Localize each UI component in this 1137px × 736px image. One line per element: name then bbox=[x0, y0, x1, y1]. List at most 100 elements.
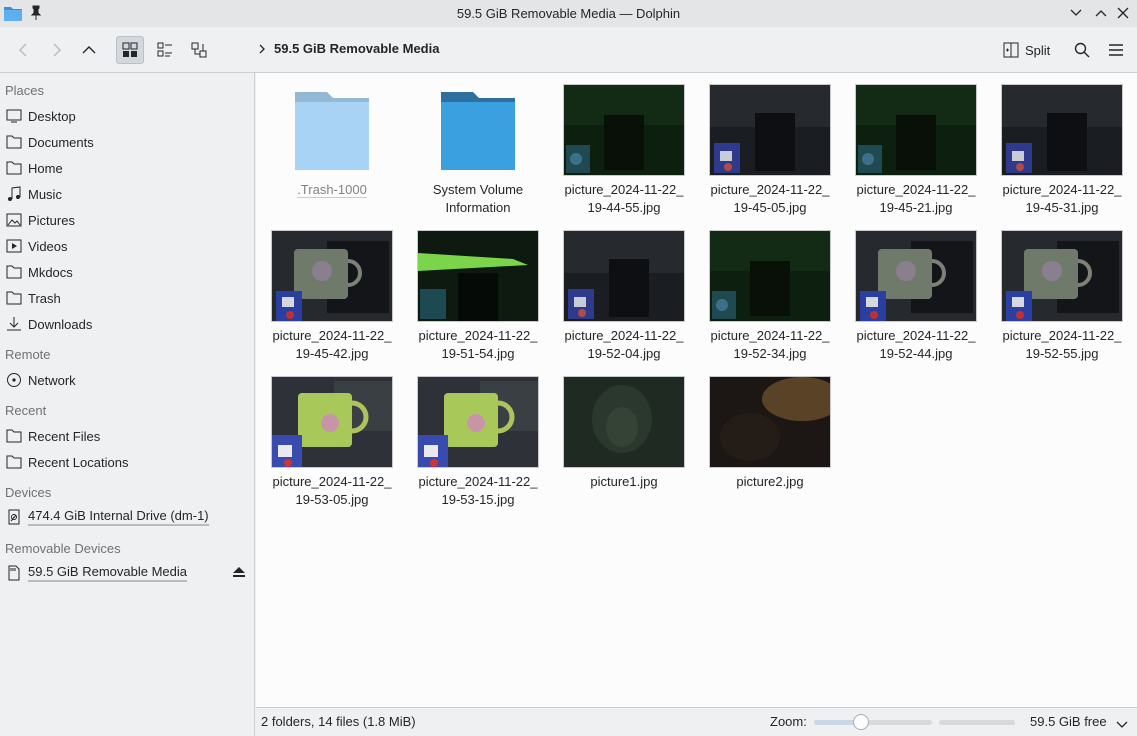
split-label: Split bbox=[1025, 42, 1051, 58]
toolbar: 59.5 GiB Removable Media Split bbox=[0, 27, 1137, 73]
sidebar-item-mkdocs[interactable]: Mkdocs bbox=[0, 259, 254, 285]
videos-icon bbox=[6, 238, 22, 254]
sidebar-item-label: Network bbox=[28, 372, 76, 388]
sidebar-item-music[interactable]: Music bbox=[0, 181, 254, 207]
up-button[interactable] bbox=[75, 36, 103, 64]
sidebar-item-videos[interactable]: Videos bbox=[0, 233, 254, 259]
sidebar-item-downloads[interactable]: Downloads bbox=[0, 311, 254, 337]
search-button[interactable] bbox=[1068, 36, 1096, 64]
zoom-slider-handle[interactable] bbox=[853, 714, 870, 730]
search-icon bbox=[1074, 42, 1090, 58]
file-item[interactable]: picture_2024-11-22_ 19-45-05.jpg bbox=[702, 73, 838, 215]
window-title: 59.5 GiB Removable Media — Dolphin bbox=[456, 6, 681, 21]
file-name-line: picture_2024-11-22_ bbox=[710, 328, 830, 343]
file-name: picture_2024-11-22_ 19-45-31.jpg bbox=[994, 181, 1130, 217]
section-title-remote: Remote bbox=[5, 347, 51, 362]
file-item[interactable]: picture2.jpg bbox=[702, 365, 838, 505]
sidebar-item-trash[interactable]: Trash bbox=[0, 285, 254, 311]
icons-view-button[interactable] bbox=[116, 36, 144, 64]
sidebar-item-recent-locations[interactable]: Recent Locations bbox=[0, 449, 254, 475]
file-name-line: picture_2024-11-22_ bbox=[856, 182, 976, 197]
sd-card-icon bbox=[6, 565, 22, 581]
sidebar-item-internal-drive[interactable]: 474.4 GiB Internal Drive (dm-1) bbox=[0, 504, 254, 530]
file-item[interactable]: picture_2024-11-22_ 19-44-55.jpg bbox=[556, 73, 692, 215]
sidebar-item-pictures[interactable]: Pictures bbox=[0, 207, 254, 233]
file-name: picture_2024-11-22_ 19-53-15.jpg bbox=[410, 473, 546, 509]
file-item[interactable]: picture_2024-11-22_ 19-53-05.jpg bbox=[264, 365, 400, 507]
back-button[interactable] bbox=[10, 36, 38, 64]
sidebar-item-recent-files[interactable]: Recent Files bbox=[0, 423, 254, 449]
image-thumbnail bbox=[563, 84, 685, 176]
sidebar-item-network[interactable]: Network bbox=[0, 367, 254, 393]
file-item[interactable]: picture_2024-11-22_ 19-52-55.jpg bbox=[994, 219, 1130, 361]
sidebar-item-home[interactable]: Home bbox=[0, 155, 254, 181]
file-name-line: Information bbox=[445, 200, 511, 215]
file-item[interactable]: picture_2024-11-22_ 19-52-04.jpg bbox=[556, 219, 692, 361]
file-name: picture2.jpg bbox=[702, 473, 838, 491]
file-name-line: picture_2024-11-22_ bbox=[1002, 328, 1122, 343]
desktop-icon bbox=[6, 108, 22, 124]
image-thumbnail bbox=[1001, 230, 1123, 322]
image-thumbnail bbox=[855, 84, 977, 176]
compact-view-button[interactable] bbox=[151, 36, 179, 64]
sidebar-item-label: Pictures bbox=[28, 212, 75, 228]
file-name-line: picture_2024-11-22_ bbox=[856, 328, 976, 343]
sidebar-item-removable-media[interactable]: 59.5 GiB Removable Media bbox=[0, 560, 254, 586]
music-icon bbox=[6, 186, 22, 202]
back-arrow-icon bbox=[19, 43, 27, 57]
documents-icon bbox=[6, 134, 22, 150]
file-name-line: picture_2024-11-22_ bbox=[272, 328, 392, 343]
recent-files-icon bbox=[6, 428, 22, 444]
split-view-icon bbox=[1003, 42, 1019, 58]
free-space-label[interactable]: 59.5 GiB free bbox=[1030, 714, 1107, 729]
file-name-line: picture_2024-11-22_ bbox=[418, 328, 538, 343]
file-name-line: 19-52-44.jpg bbox=[879, 346, 953, 361]
file-item[interactable]: picture_2024-11-22_ 19-45-42.jpg bbox=[264, 219, 400, 361]
split-button[interactable]: Split bbox=[1003, 36, 1050, 64]
image-thumbnail bbox=[709, 376, 831, 468]
file-name: picture_2024-11-22_ 19-53-05.jpg bbox=[264, 473, 400, 509]
places-panel: Places Desktop Documents Home Music Pict… bbox=[0, 73, 255, 736]
file-item[interactable]: picture_2024-11-22_ 19-52-34.jpg bbox=[702, 219, 838, 361]
file-item[interactable]: picture_2024-11-22_ 19-45-31.jpg bbox=[994, 73, 1130, 215]
forward-button[interactable] bbox=[42, 36, 70, 64]
file-name: .Trash-1000 bbox=[264, 181, 400, 199]
up-arrow-icon bbox=[82, 46, 96, 54]
file-name-line: picture1.jpg bbox=[590, 474, 658, 489]
menu-button[interactable] bbox=[1102, 36, 1130, 64]
eject-icon[interactable] bbox=[232, 565, 246, 582]
recent-locations-icon bbox=[6, 454, 22, 470]
file-name-line: picture_2024-11-22_ bbox=[564, 328, 684, 343]
file-item[interactable]: picture1.jpg bbox=[556, 365, 692, 505]
compact-view-icon bbox=[157, 42, 172, 57]
maximize-button[interactable] bbox=[1091, 4, 1111, 22]
file-name-line: 19-44-55.jpg bbox=[587, 200, 661, 215]
folder-icon bbox=[271, 84, 393, 176]
folder-icon bbox=[6, 264, 22, 280]
zoom-slider[interactable] bbox=[814, 714, 932, 730]
file-name-line: picture_2024-11-22_ bbox=[710, 182, 830, 197]
file-item[interactable]: picture_2024-11-22_ 19-51-54.jpg bbox=[410, 219, 546, 361]
file-name: picture_2024-11-22_ 19-45-42.jpg bbox=[264, 327, 400, 363]
minimize-button[interactable] bbox=[1066, 4, 1086, 22]
file-name: picture_2024-11-22_ 19-45-05.jpg bbox=[702, 181, 838, 217]
file-name: picture_2024-11-22_ 19-52-34.jpg bbox=[702, 327, 838, 363]
file-item[interactable]: picture_2024-11-22_ 19-45-21.jpg bbox=[848, 73, 984, 215]
folder-item[interactable]: .Trash-1000 bbox=[264, 73, 400, 213]
file-view[interactable]: .Trash-1000 System Volume Information pictu… bbox=[256, 73, 1137, 707]
sidebar-item-desktop[interactable]: Desktop bbox=[0, 103, 254, 129]
file-name-line: 19-52-04.jpg bbox=[587, 346, 661, 361]
sidebar-item-label: Trash bbox=[28, 290, 61, 306]
details-view-button[interactable] bbox=[185, 36, 213, 64]
breadcrumb[interactable]: 59.5 GiB Removable Media bbox=[258, 41, 439, 56]
file-name-line: picture_2024-11-22_ bbox=[1002, 182, 1122, 197]
chevron-down-icon[interactable] bbox=[1116, 717, 1128, 732]
file-item[interactable]: picture_2024-11-22_ 19-52-44.jpg bbox=[848, 219, 984, 361]
close-button[interactable] bbox=[1113, 4, 1133, 22]
sidebar-item-label: Music bbox=[28, 186, 62, 202]
folder-item[interactable]: System Volume Information bbox=[410, 73, 546, 215]
breadcrumb-current[interactable]: 59.5 GiB Removable Media bbox=[274, 41, 439, 56]
file-item[interactable]: picture_2024-11-22_ 19-53-15.jpg bbox=[410, 365, 546, 507]
sidebar-item-documents[interactable]: Documents bbox=[0, 129, 254, 155]
image-thumbnail bbox=[563, 230, 685, 322]
